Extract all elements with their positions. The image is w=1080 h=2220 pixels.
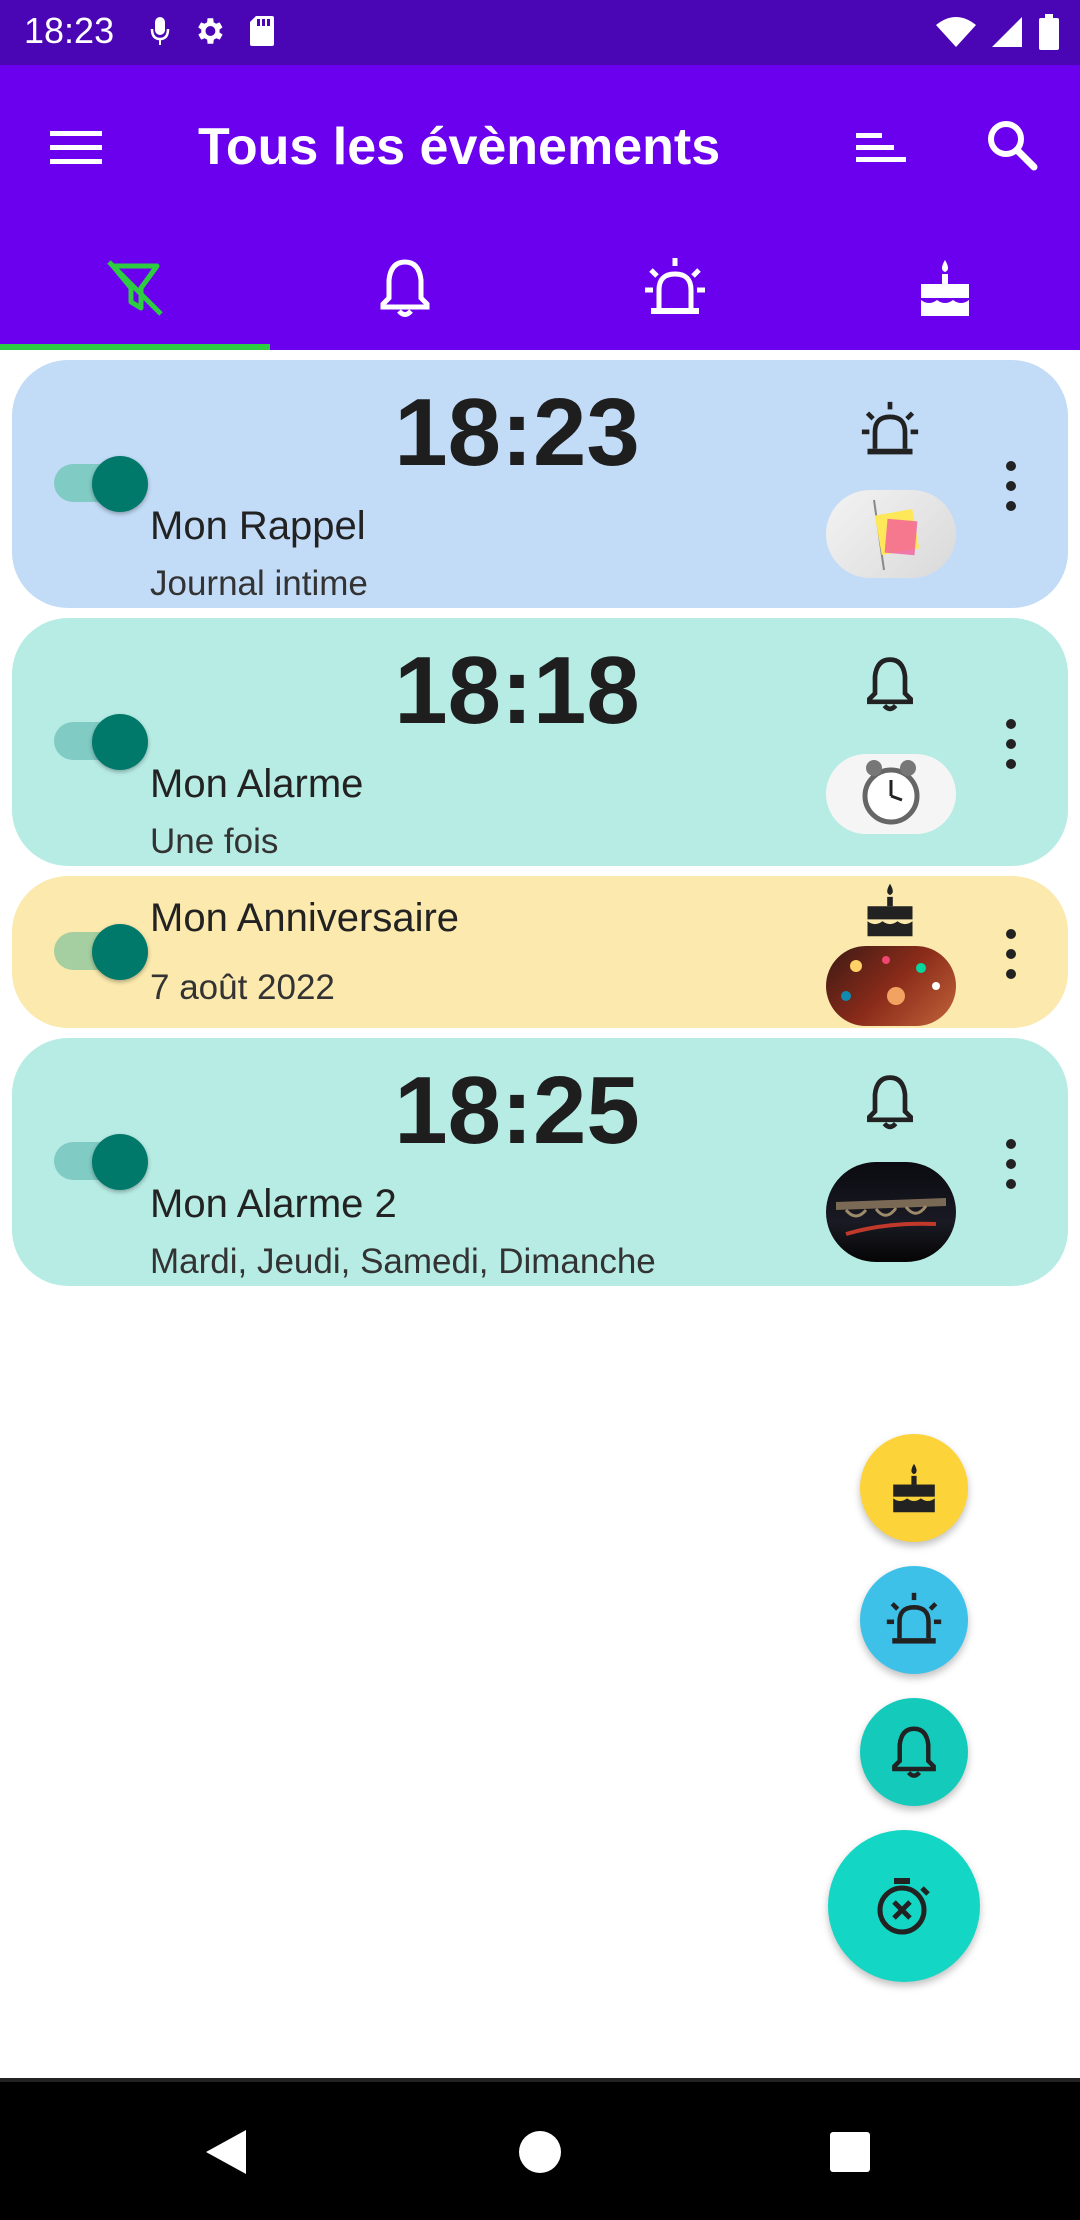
event-detail: Une fois bbox=[150, 822, 279, 861]
status-bar: 18:23 bbox=[0, 0, 1080, 65]
timer-off-icon bbox=[877, 1878, 930, 1935]
event-detail: 7 août 2022 bbox=[150, 968, 335, 1007]
menu-icon[interactable] bbox=[46, 117, 106, 177]
tab-indicator bbox=[0, 344, 270, 350]
back-icon[interactable] bbox=[202, 2128, 248, 2176]
sd-card-icon bbox=[250, 16, 274, 46]
tab-reminders[interactable] bbox=[540, 225, 810, 350]
cake-icon bbox=[921, 259, 969, 316]
search-icon[interactable] bbox=[982, 115, 1042, 175]
event-card[interactable]: 18:23 Mon Rappel Journal intime bbox=[12, 360, 1068, 608]
signal-icon bbox=[992, 17, 1022, 47]
event-thumbnail bbox=[826, 754, 956, 834]
more-icon[interactable] bbox=[996, 456, 1026, 516]
event-name: Mon Anniversaire bbox=[150, 896, 460, 940]
event-toggle[interactable] bbox=[42, 1134, 148, 1190]
siren-icon bbox=[861, 401, 919, 455]
event-card[interactable]: 18:18 Mon Alarme Une fois bbox=[12, 618, 1068, 866]
bell-icon bbox=[892, 1726, 936, 1778]
settings-icon bbox=[198, 18, 223, 44]
siren-icon bbox=[645, 257, 705, 314]
home-icon[interactable] bbox=[518, 2130, 562, 2174]
event-name: Mon Rappel bbox=[150, 504, 366, 548]
status-time: 18:23 bbox=[24, 10, 115, 51]
sort-icon[interactable] bbox=[852, 117, 912, 177]
filter-off-icon bbox=[107, 259, 163, 316]
tab-alarms[interactable] bbox=[270, 225, 540, 350]
event-toggle[interactable] bbox=[42, 456, 148, 512]
battery-icon bbox=[1039, 14, 1059, 50]
event-toggle[interactable] bbox=[42, 924, 148, 980]
more-icon[interactable] bbox=[996, 714, 1026, 774]
add-alarm-button[interactable] bbox=[860, 1698, 968, 1806]
add-reminder-button[interactable] bbox=[860, 1566, 968, 1674]
cake-icon bbox=[867, 883, 913, 937]
event-thumbnail bbox=[826, 1162, 956, 1262]
recents-icon[interactable] bbox=[830, 2132, 870, 2172]
more-icon[interactable] bbox=[996, 924, 1026, 984]
event-thumbnail bbox=[826, 490, 956, 578]
event-name: Mon Alarme bbox=[150, 762, 364, 806]
event-detail: Mardi, Jeudi, Samedi, Dimanche bbox=[150, 1242, 656, 1281]
system-nav-bar bbox=[0, 2082, 1080, 2220]
siren-icon bbox=[886, 1592, 942, 1644]
event-name: Mon Alarme 2 bbox=[150, 1182, 397, 1226]
bell-icon bbox=[867, 657, 913, 712]
wifi-icon bbox=[936, 17, 976, 47]
event-detail: Journal intime bbox=[150, 564, 368, 603]
page-title: Tous les évènements bbox=[198, 118, 721, 176]
add-timer-button[interactable] bbox=[828, 1830, 980, 1982]
add-birthday-button[interactable] bbox=[860, 1434, 968, 1542]
bell-icon bbox=[867, 1075, 913, 1130]
event-card[interactable]: Mon Anniversaire 7 août 2022 bbox=[12, 876, 1068, 1028]
tab-birthdays[interactable] bbox=[810, 225, 1080, 350]
mic-icon bbox=[150, 17, 170, 45]
event-toggle[interactable] bbox=[42, 714, 148, 770]
event-thumbnail bbox=[826, 946, 956, 1026]
more-icon[interactable] bbox=[996, 1134, 1026, 1194]
bell-icon bbox=[380, 258, 430, 317]
tab-all[interactable] bbox=[0, 225, 270, 350]
event-card[interactable]: 18:25 Mon Alarme 2 Mardi, Jeudi, Samedi,… bbox=[12, 1038, 1068, 1286]
app-bar: Tous les évènements bbox=[0, 65, 1080, 350]
cake-icon bbox=[893, 1463, 935, 1513]
tab-bar bbox=[0, 225, 1080, 350]
